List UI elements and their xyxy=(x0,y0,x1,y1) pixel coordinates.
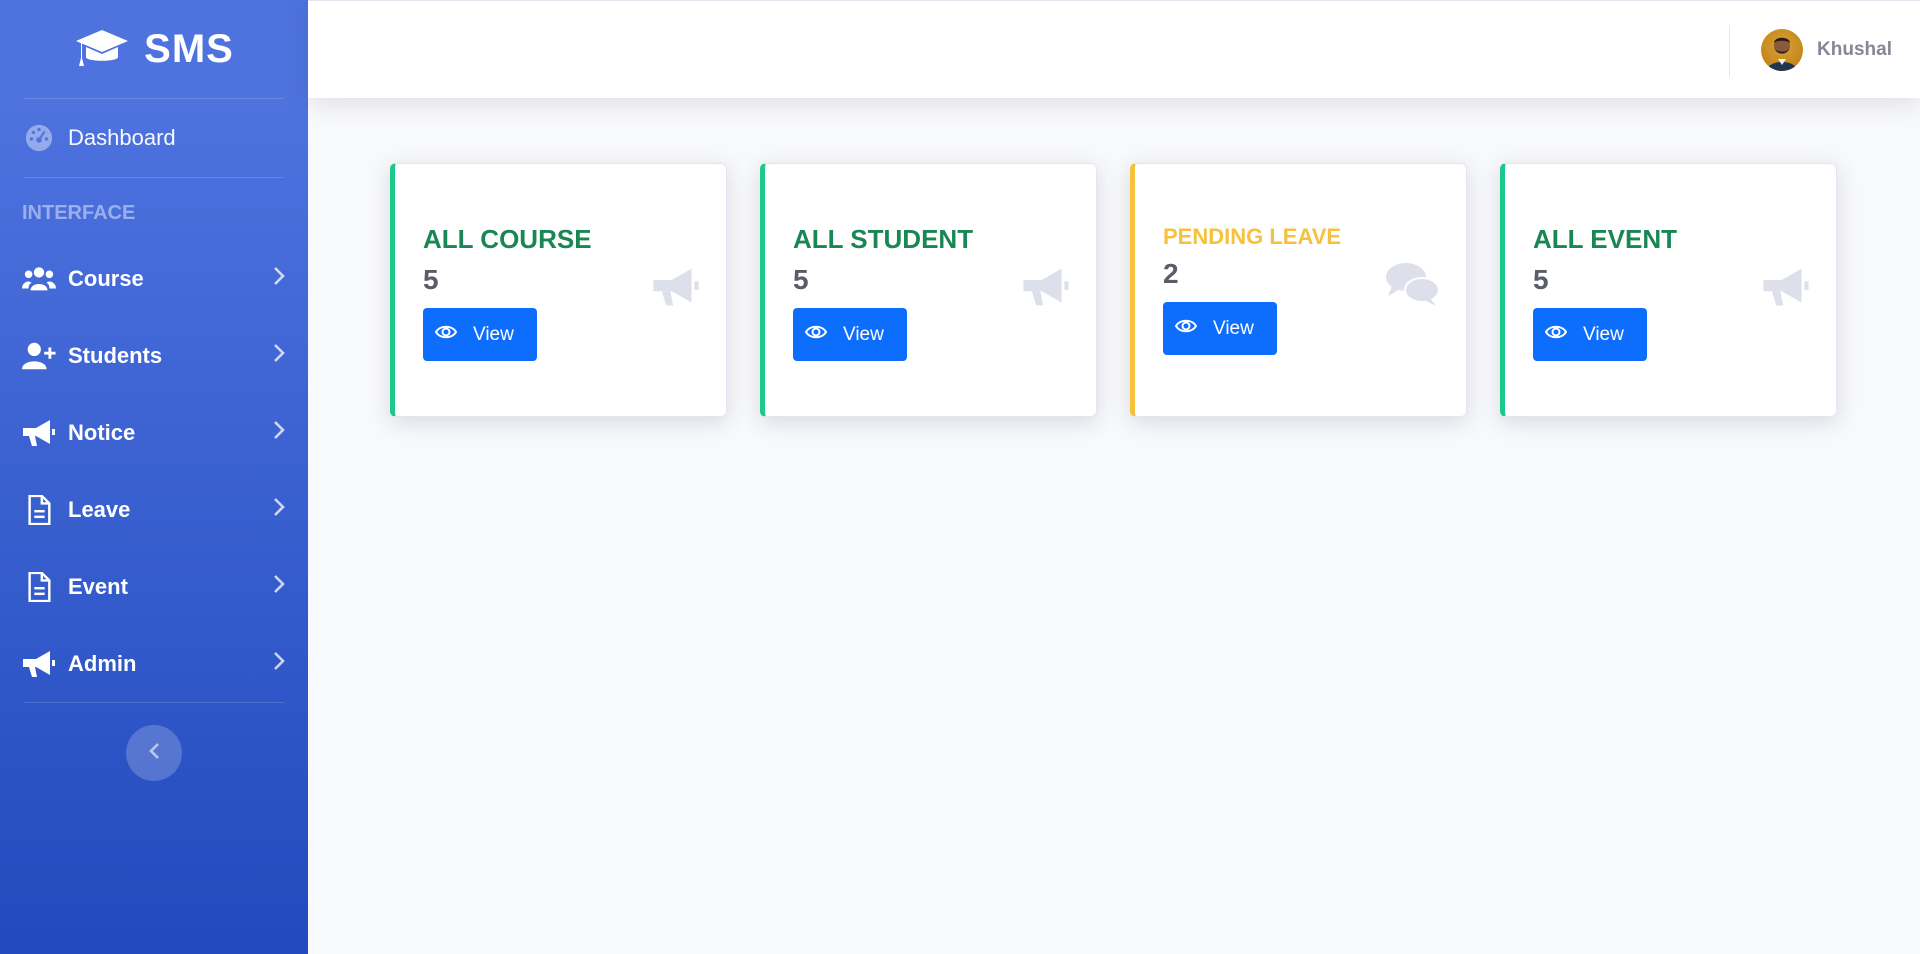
sidebar-item-course[interactable]: Course xyxy=(0,240,308,317)
sidebar-item-leave[interactable]: Leave xyxy=(0,471,308,548)
card-title: ALL COURSE xyxy=(423,224,592,254)
sidebar-item-label: Event xyxy=(68,573,128,599)
card-pending-leave: PENDING LEAVE 2 View xyxy=(1130,163,1467,417)
chevron-right-icon xyxy=(272,343,286,368)
card-all-student: ALL STUDENT 5 View xyxy=(760,163,1097,417)
sidebar-item-label: Dashboard xyxy=(68,125,176,150)
file-icon xyxy=(22,571,56,603)
sidebar-item-students[interactable]: Students xyxy=(0,317,308,394)
bullhorn-icon xyxy=(22,648,56,680)
bullhorn-icon xyxy=(652,264,700,315)
sidebar-item-admin[interactable]: Admin xyxy=(0,625,308,702)
card-title: PENDING LEAVE xyxy=(1163,224,1342,249)
graduation-cap-icon xyxy=(74,26,130,72)
view-button[interactable]: View xyxy=(1533,308,1647,361)
sidebar-heading: Interface xyxy=(22,202,136,224)
brand-name: SMS xyxy=(144,26,234,71)
chevron-right-icon xyxy=(272,574,286,599)
chevron-right-icon xyxy=(272,497,286,522)
card-all-event: ALL EVENT 5 View xyxy=(1500,163,1837,417)
chevron-right-icon xyxy=(272,420,286,445)
card-title: ALL STUDENT xyxy=(793,224,974,254)
eye-icon xyxy=(434,324,458,346)
sidebar-item-event[interactable]: Event xyxy=(0,548,308,625)
sidebar-item-label: Leave xyxy=(68,496,131,522)
sidebar-toggle-button[interactable] xyxy=(126,725,182,781)
user-plus-icon xyxy=(22,340,56,372)
stat-cards: ALL COURSE 5 View ALL STUDENT 5 View PEN… xyxy=(390,163,1837,417)
view-button-label: View xyxy=(1213,317,1254,339)
sidebar-toggle-wrap xyxy=(0,703,308,781)
avatar xyxy=(1761,29,1804,71)
tachometer-icon xyxy=(22,122,56,154)
sidebar-item-label: Course xyxy=(68,265,144,291)
chevron-right-icon xyxy=(272,266,286,291)
eye-icon xyxy=(804,324,828,346)
eye-icon xyxy=(1544,324,1568,346)
bullhorn-icon xyxy=(22,417,56,449)
topbar-divider xyxy=(1729,25,1730,77)
card-title: ALL EVENT xyxy=(1533,224,1677,254)
user-dropdown[interactable]: Khushal xyxy=(1761,29,1892,71)
view-button-label: View xyxy=(473,323,514,345)
users-icon xyxy=(22,263,56,295)
topbar: Khushal xyxy=(308,0,1920,98)
bullhorn-icon xyxy=(1762,264,1810,315)
eye-icon xyxy=(1174,318,1198,340)
file-icon xyxy=(22,494,56,526)
sidebar-item-label: Admin xyxy=(68,650,137,676)
card-all-course: ALL COURSE 5 View xyxy=(390,163,727,417)
bullhorn-icon xyxy=(1022,264,1070,315)
view-button[interactable]: View xyxy=(423,308,537,361)
user-name: Khushal xyxy=(1817,39,1892,60)
comments-icon xyxy=(1384,260,1440,313)
sidebar-item-notice[interactable]: Notice xyxy=(0,394,308,471)
sidebar-item-label: Students xyxy=(68,342,163,368)
chevron-right-icon xyxy=(272,651,286,676)
brand-link[interactable]: SMS xyxy=(0,0,308,98)
chevron-left-icon xyxy=(148,742,160,765)
sidebar-item-label: Notice xyxy=(68,419,136,445)
sidebar-item-dashboard[interactable]: Dashboard xyxy=(0,99,308,177)
view-button-label: View xyxy=(1583,323,1624,345)
view-button[interactable]: View xyxy=(793,308,907,361)
view-button[interactable]: View xyxy=(1163,302,1277,355)
sidebar: SMS Dashboard Interface xyxy=(0,0,308,954)
view-button-label: View xyxy=(843,323,884,345)
